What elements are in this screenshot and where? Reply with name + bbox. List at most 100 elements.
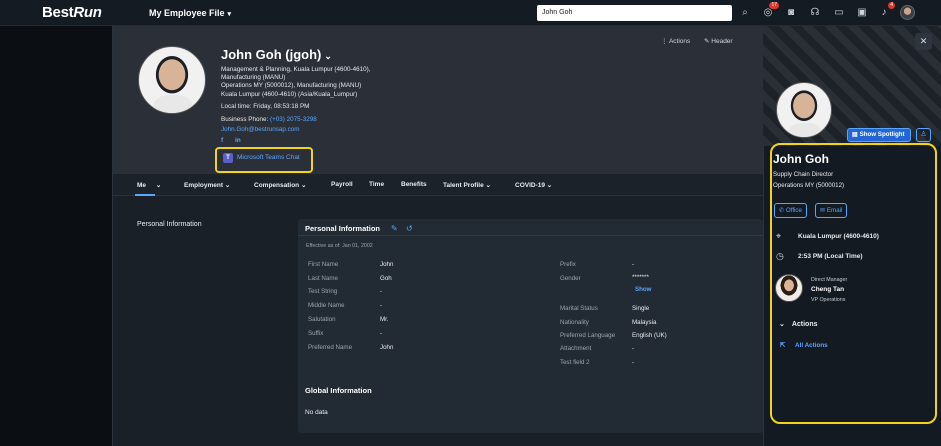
show-spotlight-button[interactable]: ▤ Show Spotlight — [847, 128, 911, 142]
headset-icon[interactable]: ☊ — [808, 6, 822, 20]
field-value: - — [632, 359, 635, 366]
chevron-down-icon: ⌄ — [779, 321, 785, 328]
quickcard-department: Operations MY (5000012) — [773, 182, 845, 189]
chat-icon[interactable]: ◙ — [784, 6, 798, 20]
business-phone-link[interactable]: (+03) 2075-3298 — [270, 116, 317, 123]
todo-badge: 17 — [769, 2, 779, 9]
quickcard-location: Kuala Lumpur (4600-4610) — [798, 233, 879, 240]
header-line-2: Manufacturing (MANU) — [221, 74, 286, 81]
tab-covid-19[interactable]: COVID-19 ⌄ — [515, 181, 552, 189]
personal-info-card — [298, 219, 763, 433]
email-button[interactable]: ✉ Email — [815, 203, 848, 218]
header-actions-button[interactable]: ⋮ Actions — [661, 37, 690, 45]
messages-icon[interactable]: ▣ — [855, 6, 869, 20]
chevron-down-icon: ⌄ — [155, 182, 162, 189]
field-label: Middle Name — [308, 302, 345, 309]
search-icon[interactable]: ⌕ — [738, 6, 752, 20]
tab-covid-19-label: COVID-19 — [515, 182, 545, 189]
actions-toggle[interactable]: ⌄ Actions — [779, 320, 818, 328]
manager-label: Direct Manager — [811, 277, 848, 283]
header-line-1: Management & Planning, Kuala Lumpur (460… — [221, 66, 371, 73]
all-actions-link[interactable]: ⇱ All Actions — [780, 342, 828, 349]
manager-avatar[interactable] — [775, 274, 803, 302]
field-value: - — [380, 288, 383, 295]
header-line-3: Operations MY (5000012), Manufacturing (… — [221, 82, 362, 89]
business-phone-row: Business Phone: (+03) 2075-3298 — [221, 116, 317, 123]
field-label: Test field 2 — [560, 359, 590, 366]
card-divider — [298, 235, 763, 236]
field-label: Attachment — [560, 345, 592, 352]
tab-talent-profile[interactable]: Talent Profile ⌄ — [443, 181, 491, 189]
clock-icon: ◷ — [776, 251, 784, 261]
quickcard-local-time: 2:53 PM (Local Time) — [798, 253, 863, 260]
field-value: Mr. — [380, 316, 389, 323]
left-gutter — [0, 26, 113, 446]
close-icon[interactable]: ✕ — [915, 33, 932, 50]
quickcard-title: Supply Chain Director — [773, 171, 834, 178]
tab-me[interactable]: Me ⌄ — [137, 181, 161, 189]
user-avatar[interactable] — [900, 5, 915, 20]
todo-icon[interactable]: ◎ 17 — [761, 2, 779, 20]
show-gender-link[interactable]: Show — [635, 286, 652, 293]
feedback-icon[interactable]: ▭ — [832, 6, 846, 20]
tab-benefits[interactable]: Benefits — [401, 181, 427, 188]
field-value: Malaysia — [632, 319, 657, 326]
chevron-down-icon: ⌄ — [485, 182, 491, 189]
field-value: - — [380, 330, 383, 337]
field-label: First Name — [308, 261, 339, 268]
org-chart-icon[interactable]: ♙ — [916, 128, 931, 142]
chevron-down-icon: ⌄ — [324, 51, 332, 61]
no-data-text: No data — [305, 409, 328, 416]
location-icon: ⌖ — [776, 231, 782, 241]
external-link-icon: ⇱ — [780, 342, 786, 349]
field-label: Preferred Language — [560, 332, 616, 339]
phone-icon: ✆ — [779, 207, 785, 214]
notifications-icon[interactable]: ♪ 4 — [877, 2, 895, 20]
bestrun-logo[interactable]: BestRun — [42, 4, 102, 21]
tab-payroll[interactable]: Payroll — [331, 181, 353, 188]
teams-chat-link[interactable]: Microsoft Teams Chat — [237, 154, 300, 161]
logo-run: Run — [73, 4, 102, 21]
effective-date: Effective as of: Jan 01, 2002 — [306, 243, 373, 249]
field-label: Gender — [560, 275, 581, 282]
field-value: - — [632, 345, 635, 352]
field-label: Last Name — [308, 275, 338, 282]
tab-compensation-label: Compensation — [254, 182, 300, 189]
spotlight-icon: ▤ — [852, 131, 858, 138]
teams-icon[interactable]: T — [223, 153, 233, 163]
employee-name[interactable]: John Goh (jgoh) ⌄ — [221, 47, 332, 62]
employee-name-text: John Goh (jgoh) — [221, 47, 322, 62]
email-link[interactable]: John.Goh@bestrunsap.com — [221, 126, 300, 133]
chevron-down-icon: ⌄ — [224, 182, 231, 189]
show-spotlight-label: Show Spotlight — [859, 131, 905, 138]
all-actions-label: All Actions — [795, 342, 828, 349]
field-label: Salutation — [308, 316, 336, 323]
tab-employment[interactable]: Employment ⌄ — [184, 181, 230, 189]
actions-header-label: Actions — [791, 321, 818, 328]
linkedin-icon[interactable]: in — [235, 137, 241, 144]
tab-talent-profile-label: Talent Profile — [443, 182, 484, 189]
office-button[interactable]: ✆ Office — [774, 203, 807, 218]
app-root: BestRun My Employee File ▾ John Goh ⌕ ◎ 17… — [0, 0, 941, 446]
employee-photo — [138, 46, 206, 114]
field-label: Preferred Name — [308, 344, 353, 351]
global-search-input[interactable]: John Goh — [537, 5, 732, 21]
pencil-icon: ✎ — [704, 38, 710, 45]
chevron-down-icon: ⌄ — [546, 182, 553, 189]
field-label: Prefix — [560, 261, 576, 268]
field-label: Test String — [308, 288, 338, 295]
card-title: Personal Information — [305, 224, 381, 233]
manager-name[interactable]: Cheng Tan — [811, 286, 844, 293]
tab-compensation[interactable]: Compensation ⌄ — [254, 181, 306, 189]
tab-time[interactable]: Time — [369, 181, 384, 188]
field-value: English (UK) — [632, 332, 667, 339]
field-value: - — [380, 302, 383, 309]
app-title-menu[interactable]: My Employee File ▾ — [149, 8, 231, 18]
header-edit-button[interactable]: ✎ Header — [704, 37, 733, 45]
edit-pencil-icon[interactable]: ✎ — [391, 224, 398, 233]
field-value: John — [380, 344, 394, 351]
quickcard-name: John Goh — [773, 152, 829, 166]
history-icon[interactable]: ↺ — [406, 224, 413, 233]
tab-me-label: Me — [137, 182, 147, 189]
facebook-icon[interactable]: f — [221, 137, 223, 144]
